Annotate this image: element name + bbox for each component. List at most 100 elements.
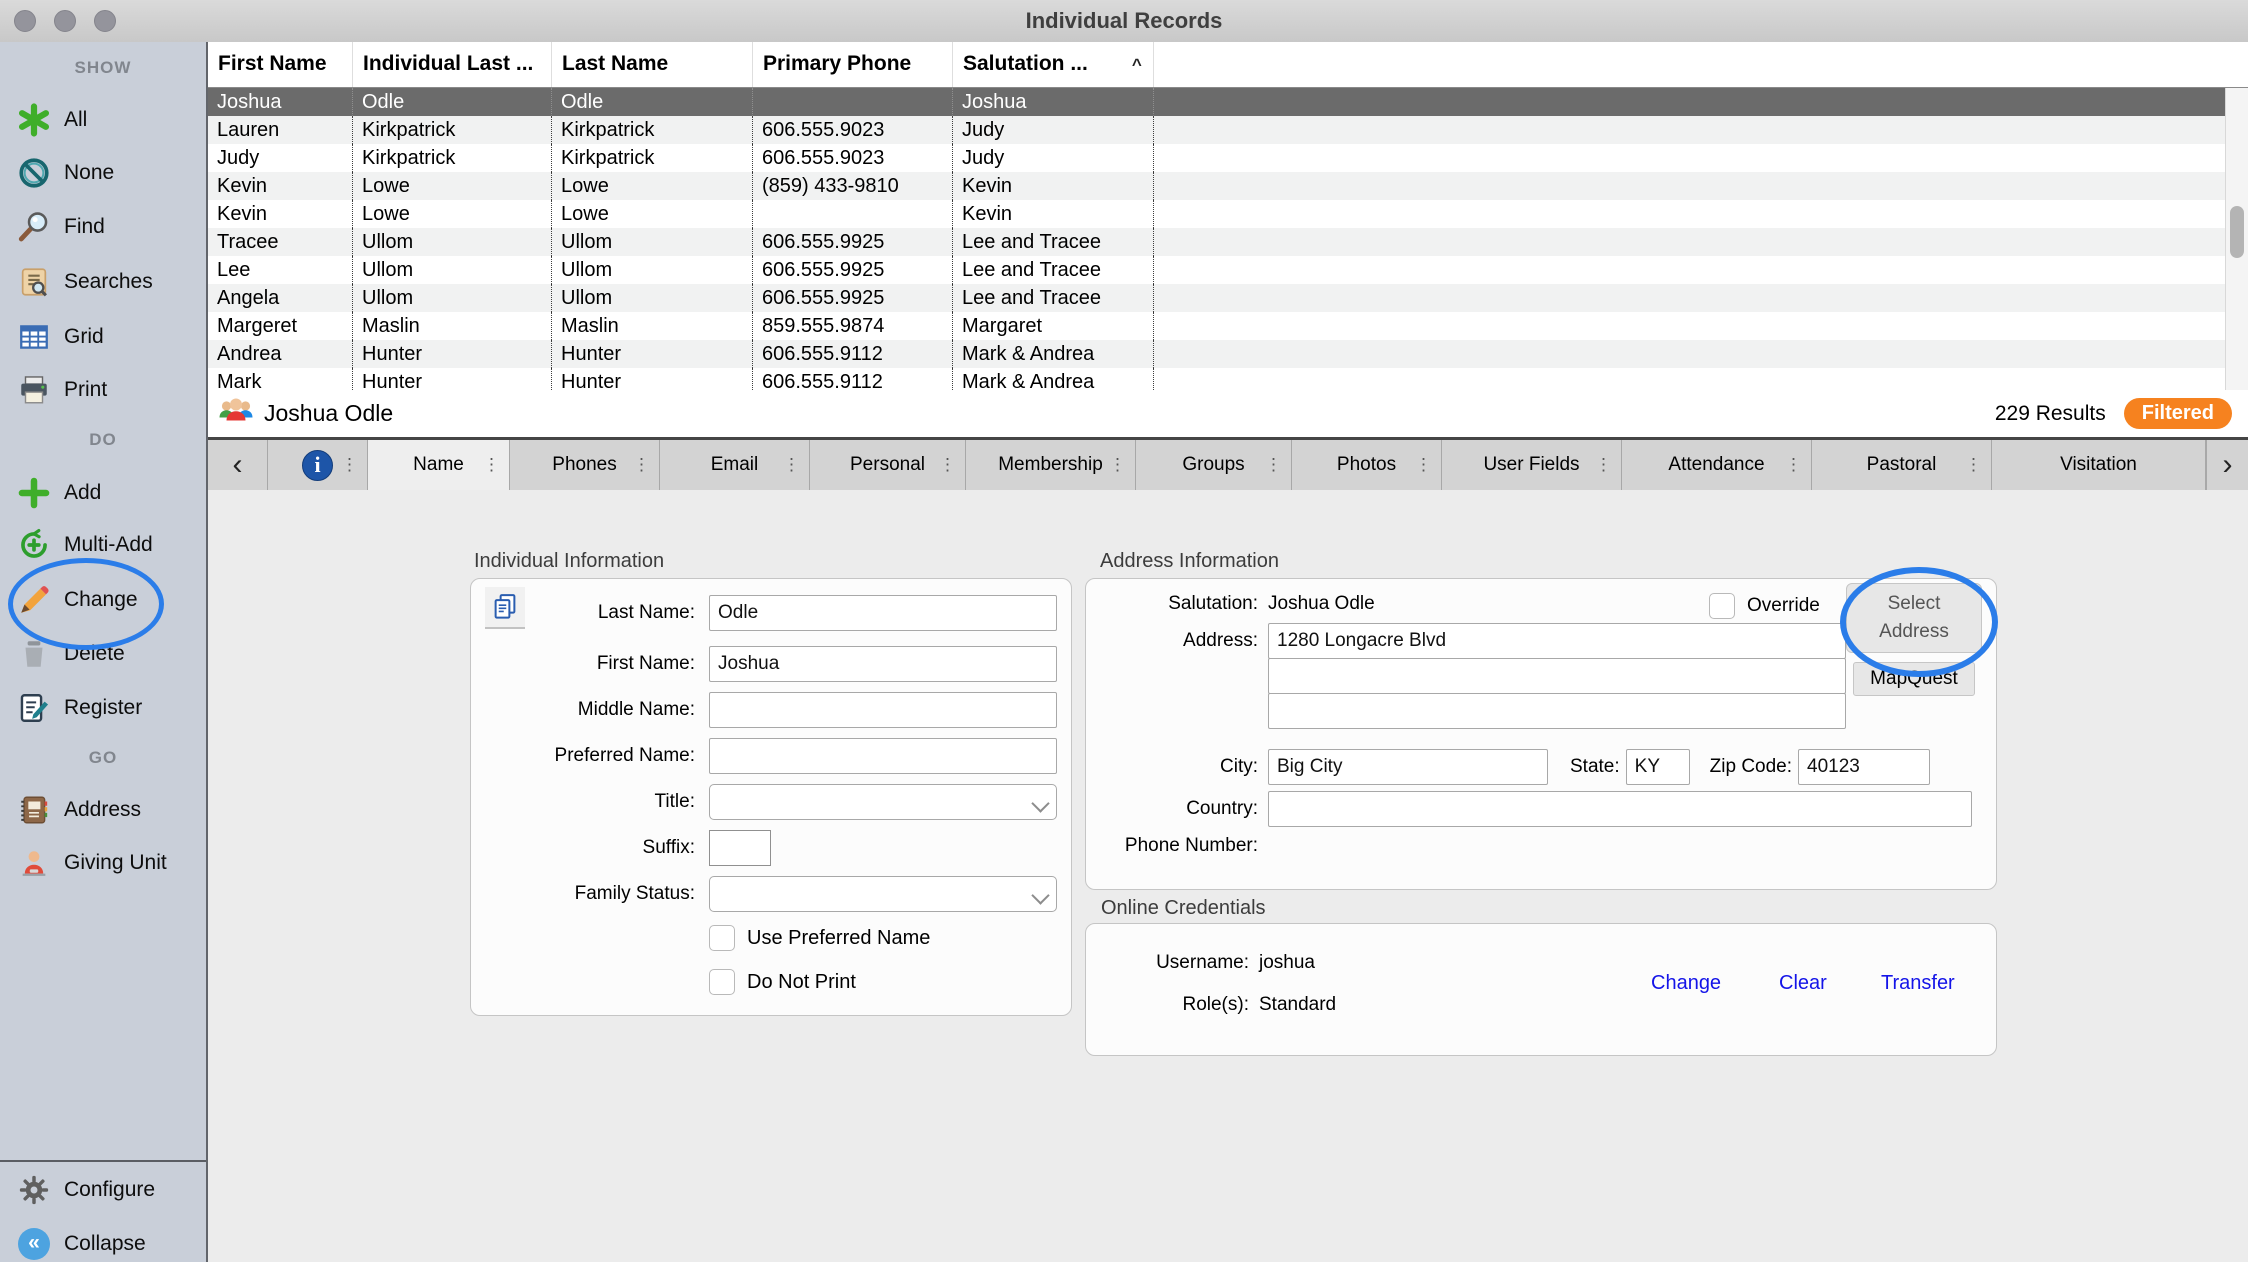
sidebar-item-delete[interactable]: Delete [0,632,206,676]
column-header-salutation[interactable]: Salutation ...^ [953,42,1154,87]
table-row[interactable]: AngelaUllomUllom606.555.9925Lee and Trac… [208,284,2225,312]
tab-attendance[interactable]: Attendance⋮ [1622,440,1812,490]
sidebar-item-searches[interactable]: Searches [0,260,206,304]
column-header-last-name[interactable]: Last Name [552,42,753,87]
first-name-field[interactable] [709,646,1057,682]
sidebar-item-change[interactable]: Change [0,578,206,622]
address-label: Address: [1086,630,1258,652]
tab-user-fields[interactable]: User Fields⋮ [1442,440,1622,490]
zip-code-field[interactable] [1798,749,1930,785]
tab-info[interactable]: i ⋮ [268,440,368,490]
sidebar-item-giving-unit[interactable]: Giving Unit [0,841,206,885]
tab-groups[interactable]: Groups⋮ [1136,440,1292,490]
tab-personal[interactable]: Personal⋮ [810,440,966,490]
sidebar-item-label: Configure [64,1178,155,1202]
column-header-individual-last[interactable]: Individual Last ... [353,42,552,87]
state-field[interactable] [1626,749,1690,785]
sidebar-item-address[interactable]: Address [0,788,206,832]
sidebar-divider [0,1160,206,1162]
table-header-row: First Name Individual Last ... Last Name… [208,42,2248,88]
salutation-value: Joshua Odle [1268,593,1375,615]
tabs-scroll-right-button[interactable]: › [2206,440,2248,490]
mapquest-button[interactable]: MapQuest [1853,662,1975,696]
online-credentials-title: Online Credentials [1101,897,1266,920]
family-status-dropdown[interactable] [709,876,1057,912]
sidebar-item-none[interactable]: None [0,151,206,195]
country-label: Country: [1086,798,1258,820]
table-row[interactable]: JoshuaOdleOdleJoshua [208,88,2225,116]
address-line3-field[interactable] [1268,693,1846,729]
sidebar-item-find[interactable]: Find [0,205,206,249]
tabs-scroll-left-button[interactable]: ‹ [208,440,268,490]
roles-value: Standard [1259,994,1336,1016]
table-scrollbar[interactable] [2225,88,2248,390]
column-header-primary-phone[interactable]: Primary Phone [753,42,953,87]
tab-grip-icon: ⋮ [1265,455,1282,475]
title-dropdown[interactable] [709,784,1057,820]
asterisk-icon [14,100,54,140]
sidebar-item-register[interactable]: Register [0,686,206,730]
tab-email[interactable]: Email⋮ [660,440,810,490]
suffix-field[interactable] [709,830,771,866]
username-value: joshua [1259,952,1315,974]
city-label: City: [1086,756,1258,778]
table-row[interactable]: MargeretMaslinMaslin859.555.9874Margaret [208,312,2225,340]
sidebar-item-grid[interactable]: Grid [0,315,206,359]
do-not-print-label: Do Not Print [747,971,856,994]
tab-grip-icon: ⋮ [1965,455,1982,475]
trash-icon [14,634,54,674]
sidebar-item-label: Address [64,798,141,822]
city-field[interactable] [1268,749,1548,785]
phone-number-label: Phone Number: [1086,835,1258,857]
tab-photos[interactable]: Photos⋮ [1292,440,1442,490]
scroll-magnifier-icon [14,262,54,302]
sidebar-item-label: Add [64,481,101,505]
sidebar-item-add[interactable]: Add [0,471,206,515]
records-table: First Name Individual Last ... Last Name… [208,42,2248,390]
table-row[interactable]: TraceeUllomUllom606.555.9925Lee and Trac… [208,228,2225,256]
table-row[interactable]: AndreaHunterHunter606.555.9112Mark & And… [208,340,2225,368]
record-detail-pane: Individual Information Last Name: First … [208,490,2248,1262]
online-credentials-panel: Username: joshua Role(s): Standard Chang… [1085,923,1997,1056]
tab-bar: ‹ i ⋮ Name⋮ Phones⋮ Email⋮ Personal⋮ Mem… [208,437,2248,490]
tab-pastoral[interactable]: Pastoral⋮ [1812,440,1992,490]
do-not-print-checkbox[interactable] [709,969,735,995]
slashed-circle-icon [14,153,54,193]
table-row[interactable]: KevinLoweLoweKevin [208,200,2225,228]
sidebar-item-multi-add[interactable]: Multi-Add [0,523,206,567]
address-line2-field[interactable] [1268,658,1846,694]
table-row[interactable]: LaurenKirkpatrickKirkpatrick606.555.9023… [208,116,2225,144]
tab-grip-icon: ⋮ [783,455,800,475]
filtered-badge: Filtered [2124,398,2232,429]
column-header-filler [1154,42,2248,87]
address-line1-field[interactable] [1268,623,1846,659]
use-preferred-name-checkbox[interactable] [709,925,735,951]
table-row[interactable]: LeeUllomUllom606.555.9925Lee and Tracee [208,256,2225,284]
sidebar-item-collapse[interactable]: « Collapse [0,1222,206,1262]
sidebar: SHOW All None Find Searches Grid Print D… [0,42,208,1262]
change-credentials-link[interactable]: Change [1651,972,1721,995]
middle-name-field[interactable] [709,692,1057,728]
preferred-name-label: Preferred Name: [485,745,695,767]
last-name-field[interactable] [709,595,1057,631]
table-row[interactable]: MarkHunterHunter606.555.9112Mark & Andre… [208,368,2225,390]
sidebar-item-all[interactable]: All [0,98,206,142]
sidebar-item-configure[interactable]: Configure [0,1168,206,1212]
select-address-button[interactable]: Select Address [1846,583,1982,653]
override-checkbox[interactable] [1709,593,1735,619]
tab-name[interactable]: Name⋮ [368,440,510,490]
country-field[interactable] [1268,791,1972,827]
column-header-first-name[interactable]: First Name [208,42,353,87]
zip-code-label: Zip Code: [1710,756,1792,778]
table-row[interactable]: KevinLoweLowe(859) 433-9810Kevin [208,172,2225,200]
tab-visitation[interactable]: Visitation [1992,440,2206,490]
person-desk-icon [14,843,54,883]
transfer-credentials-link[interactable]: Transfer [1881,972,1955,995]
clear-credentials-link[interactable]: Clear [1779,972,1827,995]
tab-phones[interactable]: Phones⋮ [510,440,660,490]
sidebar-item-print[interactable]: Print [0,368,206,412]
preferred-name-field[interactable] [709,738,1057,774]
table-row[interactable]: JudyKirkpatrickKirkpatrick606.555.9023Ju… [208,144,2225,172]
scrollbar-thumb[interactable] [2230,206,2244,258]
tab-membership[interactable]: Membership⋮ [966,440,1136,490]
